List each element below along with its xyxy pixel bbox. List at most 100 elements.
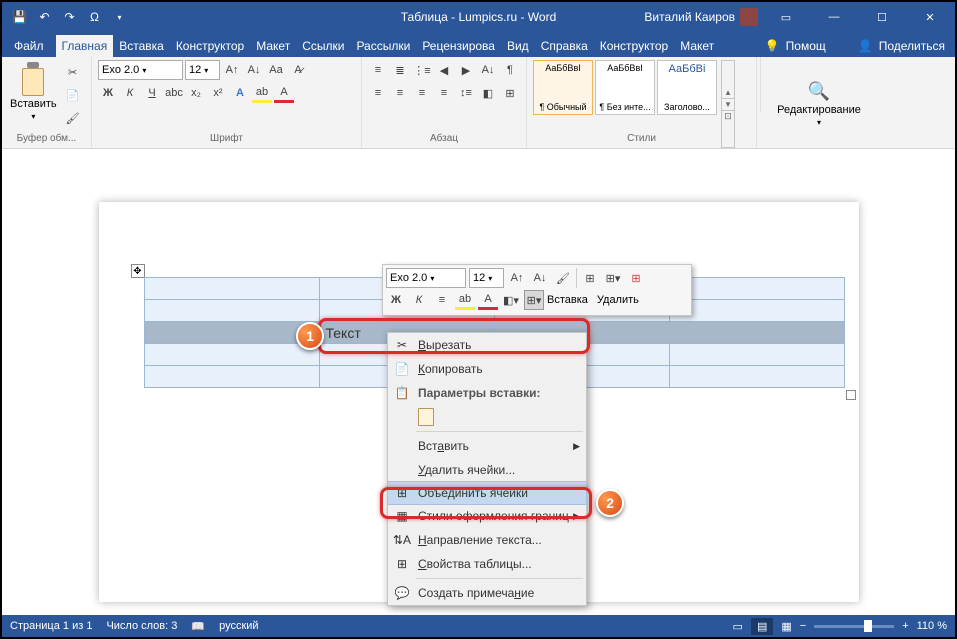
share-button[interactable]: Поделиться: [879, 39, 945, 53]
indent-dec-icon[interactable]: ◀: [434, 60, 454, 80]
view-print-icon[interactable]: ▤: [751, 618, 773, 635]
user-account[interactable]: Виталий Каиров: [644, 8, 758, 26]
align-right-icon[interactable]: ≡: [412, 83, 432, 103]
copy-icon[interactable]: 📄: [63, 85, 83, 105]
cm-paste-option-item[interactable]: [388, 405, 586, 429]
text-effects-icon[interactable]: A: [230, 83, 250, 103]
cut-icon[interactable]: ✂: [63, 62, 83, 82]
style-normal[interactable]: АаБбВвІ¶ Обычный: [533, 60, 593, 115]
bullets-icon[interactable]: ≡: [368, 60, 388, 80]
grow-font-icon[interactable]: A↑: [222, 60, 242, 80]
mini-font-combo[interactable]: Exo 2.0▾: [386, 268, 466, 288]
status-spell-icon[interactable]: 📖: [191, 620, 205, 633]
styles-more-icon[interactable]: ⊡: [722, 111, 734, 122]
zoom-in-icon[interactable]: +: [902, 620, 908, 632]
mini-delete-icon[interactable]: ⊞: [626, 268, 646, 288]
tab-design[interactable]: Конструктор: [170, 35, 250, 57]
change-case-icon[interactable]: Aa: [266, 60, 286, 80]
cm-new-comment[interactable]: 💬Создать примечание: [388, 581, 586, 605]
shading-icon[interactable]: ◧: [478, 83, 498, 103]
tab-file[interactable]: Файл: [2, 35, 56, 57]
justify-icon[interactable]: ≡: [434, 83, 454, 103]
tell-me[interactable]: Помощ: [786, 39, 826, 53]
highlight-icon[interactable]: ab: [252, 83, 272, 103]
status-page[interactable]: Страница 1 из 1: [10, 620, 92, 632]
mini-align-icon[interactable]: ≡: [432, 290, 452, 310]
cm-merge-cells[interactable]: ⊞Объединить ячейки: [387, 481, 587, 505]
sort-icon[interactable]: A↓: [478, 60, 498, 80]
mini-grow-icon[interactable]: A↑: [507, 268, 527, 288]
tab-table-design[interactable]: Конструктор: [594, 35, 674, 57]
mini-shading-icon[interactable]: ◧▾: [501, 290, 521, 310]
qat-more-icon[interactable]: ▾: [112, 10, 127, 25]
mini-fontcolor-icon[interactable]: A: [478, 290, 498, 310]
font-color-icon[interactable]: A: [274, 83, 294, 103]
numbering-icon[interactable]: ≣: [390, 60, 410, 80]
borders-icon[interactable]: ⊞: [500, 83, 520, 103]
font-size-combo[interactable]: 12▾: [185, 60, 220, 80]
view-read-icon[interactable]: ▭: [733, 620, 743, 633]
mini-size-combo[interactable]: 12▾: [469, 268, 504, 288]
mini-delete-label[interactable]: Удалить: [597, 294, 639, 306]
tab-layout[interactable]: Макет: [250, 35, 296, 57]
mini-italic[interactable]: К: [409, 290, 429, 310]
table-resize-handle[interactable]: [846, 390, 856, 400]
tab-table-layout[interactable]: Макет: [674, 35, 720, 57]
tab-home[interactable]: Главная: [56, 35, 114, 57]
status-words[interactable]: Число слов: 3: [106, 620, 177, 632]
close-button[interactable]: ✕: [910, 2, 950, 32]
tab-references[interactable]: Ссылки: [296, 35, 350, 57]
editing-button[interactable]: 🔍 Редактирование ▾: [775, 79, 863, 129]
redo-icon[interactable]: ↷: [62, 10, 77, 25]
styles-down-icon[interactable]: ▾: [722, 99, 734, 111]
multilevel-icon[interactable]: ⋮≡: [412, 60, 432, 80]
mini-borders-icon[interactable]: ⊞▾: [603, 268, 623, 288]
cm-table-props[interactable]: ⊞Свойства таблицы...: [388, 552, 586, 576]
table-move-handle[interactable]: ✥: [131, 264, 145, 278]
minimize-button[interactable]: —: [814, 2, 854, 32]
cm-delete-cells[interactable]: Удалить ячейки...: [388, 458, 586, 482]
paste-keep-icon[interactable]: [418, 408, 434, 426]
bold-button[interactable]: Ж: [98, 83, 118, 103]
omega-icon[interactable]: Ω: [87, 10, 102, 25]
underline-button[interactable]: Ч: [142, 83, 162, 103]
align-left-icon[interactable]: ≡: [368, 83, 388, 103]
cm-insert[interactable]: Вставить▶: [388, 434, 586, 458]
style-heading1[interactable]: АаБбВіЗаголово...: [657, 60, 717, 115]
tab-review[interactable]: Рецензирова: [416, 35, 501, 57]
shrink-font-icon[interactable]: A↓: [244, 60, 264, 80]
mini-insert-label[interactable]: Вставка: [547, 294, 588, 306]
undo-icon[interactable]: ↶: [37, 10, 52, 25]
cm-copy[interactable]: 📄Копировать: [388, 357, 586, 381]
tab-help[interactable]: Справка: [535, 35, 594, 57]
status-lang[interactable]: русский: [219, 620, 258, 632]
mini-bold[interactable]: Ж: [386, 290, 406, 310]
line-spacing-icon[interactable]: ↕≡: [456, 83, 476, 103]
superscript-button[interactable]: x²: [208, 83, 228, 103]
align-center-icon[interactable]: ≡: [390, 83, 410, 103]
view-web-icon[interactable]: ▦: [781, 620, 791, 633]
mini-insert-grid-icon[interactable]: ⊞▾: [524, 290, 544, 310]
style-no-spacing[interactable]: АаБбВвІ¶ Без инте...: [595, 60, 655, 115]
styles-up-icon[interactable]: ▴: [722, 87, 734, 99]
show-marks-icon[interactable]: ¶: [500, 60, 520, 80]
font-name-combo[interactable]: Exo 2.0▾: [98, 60, 183, 80]
cm-border-styles[interactable]: ▦Стили оформления границ▶: [388, 504, 586, 528]
zoom-level[interactable]: 110 %: [917, 620, 947, 632]
zoom-slider[interactable]: [814, 625, 894, 628]
indent-inc-icon[interactable]: ▶: [456, 60, 476, 80]
cm-cut[interactable]: ✂Вырезать: [388, 333, 586, 357]
mini-highlight-icon[interactable]: ab: [455, 290, 475, 310]
mini-painter-icon[interactable]: 🖌: [553, 268, 573, 288]
tab-view[interactable]: Вид: [501, 35, 535, 57]
tab-mailings[interactable]: Рассылки: [350, 35, 416, 57]
maximize-button[interactable]: ☐: [862, 2, 902, 32]
save-icon[interactable]: 💾: [12, 10, 27, 25]
strike-button[interactable]: abc: [164, 83, 184, 103]
mini-table-icon[interactable]: ⊞: [580, 268, 600, 288]
format-painter-icon[interactable]: 🖌: [63, 108, 83, 128]
cm-text-direction[interactable]: ⇅AНаправление текста...: [388, 528, 586, 552]
mini-shrink-icon[interactable]: A↓: [530, 268, 550, 288]
ribbon-options-icon[interactable]: ▭: [766, 2, 806, 32]
tab-insert[interactable]: Вставка: [113, 35, 170, 57]
